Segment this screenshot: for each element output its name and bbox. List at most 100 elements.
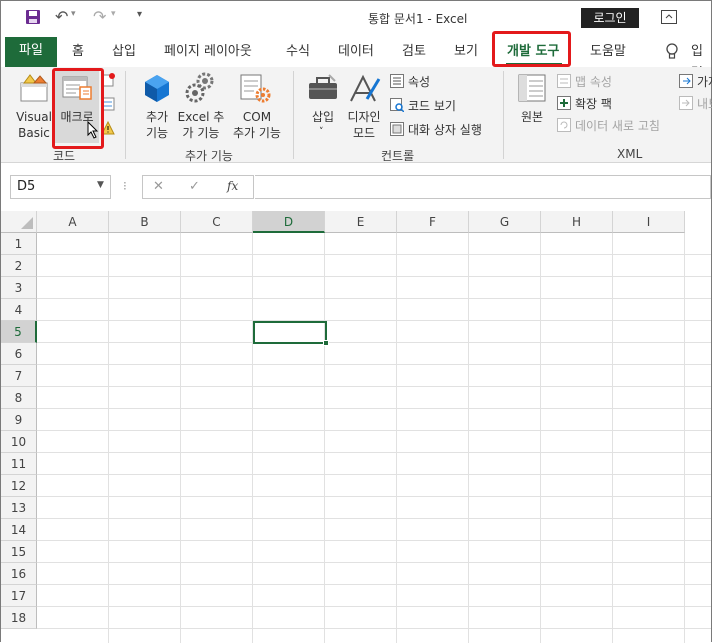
name-box[interactable]: D5 ▼ [10, 175, 111, 199]
grid-hline [37, 606, 711, 607]
column-header-d[interactable]: D [253, 211, 325, 233]
grid-hline [37, 342, 711, 343]
grid-hline [37, 628, 711, 629]
chevron-down-icon[interactable]: ▼ [97, 180, 104, 190]
row-header-15[interactable]: 15 [1, 541, 37, 563]
column-header-g[interactable]: G [469, 211, 541, 233]
save-icon[interactable] [25, 9, 41, 29]
insert-control-button[interactable]: 삽입 ˅ [305, 71, 341, 141]
tab-data[interactable]: 데이터 [338, 41, 374, 63]
refresh-data-label: 데이터 새로 고침 [575, 119, 660, 133]
tab-home[interactable]: 홈 [72, 41, 84, 63]
grid-hline [37, 518, 711, 519]
redo-icon[interactable]: ↷ [93, 7, 106, 26]
formula-input[interactable] [255, 175, 711, 199]
xml-source-icon [517, 73, 547, 106]
redo-dropdown-icon[interactable]: ▾ [111, 9, 116, 19]
grid-hline [37, 562, 711, 563]
ribbon-display-options-icon[interactable] [661, 10, 677, 27]
row-header-11[interactable]: 11 [1, 453, 37, 475]
column-header-b[interactable]: B [109, 211, 181, 233]
name-box-value: D5 [17, 179, 36, 194]
row-header-5[interactable]: 5 [1, 321, 37, 343]
grid-vline [612, 233, 613, 643]
undo-dropdown-icon[interactable]: ▾ [71, 9, 76, 19]
row-header-10[interactable]: 10 [1, 431, 37, 453]
customize-qat-icon[interactable]: ▾ [137, 9, 142, 20]
grid-vline [180, 233, 181, 643]
login-button[interactable]: 로그인 [581, 8, 639, 28]
insert-function-icon[interactable]: fx [227, 179, 238, 193]
view-code-icon [390, 98, 405, 115]
row-header-8[interactable]: 8 [1, 387, 37, 409]
cancel-icon[interactable]: ✕ [153, 179, 164, 194]
properties-icon [390, 74, 404, 91]
addins-button[interactable]: 추가 기능 [137, 71, 177, 141]
row-header-3[interactable]: 3 [1, 277, 37, 299]
tab-formulas[interactable]: 수식 [286, 41, 310, 63]
fill-handle[interactable] [323, 340, 329, 346]
more-options-icon[interactable]: ⁝ [123, 179, 127, 193]
formula-bar: D5 ▼ ⁝ ✕ ✓ fx [1, 163, 711, 211]
properties-label: 속성 [408, 75, 431, 89]
row-header-13[interactable]: 13 [1, 497, 37, 519]
xml-source-button[interactable]: 원본 [513, 71, 551, 141]
grid-hline [37, 430, 711, 431]
column-header-f[interactable]: F [397, 211, 469, 233]
undo-icon[interactable]: ↶ [55, 7, 68, 26]
row-header-9[interactable]: 9 [1, 409, 37, 431]
row-header-12[interactable]: 12 [1, 475, 37, 497]
visual-basic-button[interactable]: Visual Basic [13, 71, 55, 141]
expansion-pack-label: 확장 팩 [575, 97, 612, 111]
design-mode-button[interactable]: 디자인 모드 [343, 71, 385, 141]
xml-group-label: XML [617, 147, 643, 161]
column-header-c[interactable]: C [181, 211, 253, 233]
row-header-14[interactable]: 14 [1, 519, 37, 541]
design-mode-label: 디자인 모드 [347, 110, 381, 140]
grid-hline [37, 452, 711, 453]
group-separator [125, 71, 126, 159]
design-mode-icon [349, 73, 381, 106]
column-header-h[interactable]: H [541, 211, 613, 233]
xml-import-label: 가져 [697, 75, 712, 89]
column-header-i[interactable]: I [613, 211, 685, 233]
group-separator [503, 71, 504, 159]
xml-import-icon [679, 74, 693, 91]
tab-insert[interactable]: 삽입 [112, 41, 136, 63]
grid-hline [37, 540, 711, 541]
excel-addins-gear-icon [185, 71, 217, 106]
enter-icon[interactable]: ✓ [189, 179, 200, 194]
column-header-e[interactable]: E [325, 211, 397, 233]
row-header-1[interactable]: 1 [1, 233, 37, 255]
lightbulb-icon[interactable] [665, 43, 679, 64]
row-header-6[interactable]: 6 [1, 343, 37, 365]
grid-hline [37, 584, 711, 585]
tab-file[interactable]: 파일 [5, 37, 57, 67]
row-header-18[interactable]: 18 [1, 607, 37, 629]
tab-view[interactable]: 보기 [454, 41, 478, 63]
ribbon-tabs: 파일 홈 삽입 페이지 레이아웃 수식 데이터 검토 보기 개발 도구 도움말 … [1, 37, 711, 81]
grid-vline [108, 233, 109, 643]
toolbox-icon [307, 73, 339, 106]
row-header-7[interactable]: 7 [1, 365, 37, 387]
excel-addins-button[interactable]: Excel 추가 기능 [177, 71, 225, 141]
group-separator [293, 71, 294, 159]
tab-help[interactable]: 도움말 [590, 41, 626, 63]
select-all-corner[interactable] [1, 211, 37, 233]
grid-vline [324, 233, 325, 643]
selected-cell-d5[interactable] [253, 321, 329, 346]
com-addins-icon [239, 73, 271, 106]
row-header-16[interactable]: 16 [1, 563, 37, 585]
row-header-17[interactable]: 17 [1, 585, 37, 607]
grid-vline [396, 233, 397, 643]
ribbon: Visual Basic 매크로 코드 추가 기능 Excel 추가 기능 CO… [1, 67, 712, 163]
row-header-4[interactable]: 4 [1, 299, 37, 321]
column-header-a[interactable]: A [37, 211, 109, 233]
com-addins-button[interactable]: COM 추가 기능 [229, 71, 285, 141]
tab-page-layout[interactable]: 페이지 레이아웃 [164, 41, 252, 63]
xml-export-icon [679, 96, 693, 113]
title-bar: ↶ ▾ ↷ ▾ ▾ 통합 문서1 - Excel 로그인 [1, 1, 711, 37]
tab-review[interactable]: 검토 [402, 41, 426, 63]
tell-me-input[interactable]: 입력 [691, 41, 711, 81]
row-header-2[interactable]: 2 [1, 255, 37, 277]
